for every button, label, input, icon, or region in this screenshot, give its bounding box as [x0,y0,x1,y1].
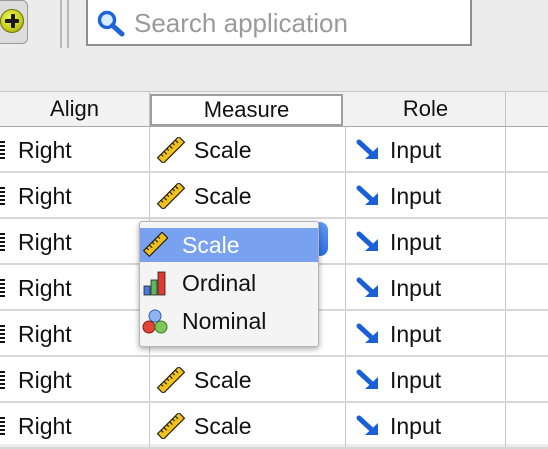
align-value: Right [18,367,72,393]
measure-cell[interactable]: Scale [150,127,346,171]
role-value: Input [390,367,442,393]
input-arrow-icon [356,277,378,297]
ruler-icon [156,183,186,209]
table-row[interactable]: Right Scale Input [0,357,548,403]
align-cell[interactable]: Right [0,265,150,309]
align-right-icon [0,233,5,251]
role-value: Input [390,275,442,301]
ruler-icon [142,232,168,258]
search-box[interactable] [86,0,472,46]
align-right-icon [0,417,5,435]
column-header-role[interactable]: Role [346,92,506,126]
measure-value: Scale [194,413,252,439]
align-value: Right [18,413,72,439]
measure-dropdown: Scale Ordinal Nominal [139,221,319,347]
dropdown-option-ordinal[interactable]: Ordinal [140,266,318,300]
column-header-align[interactable]: Align [0,92,150,126]
column-header-extra[interactable] [506,92,548,126]
align-value: Right [18,275,72,301]
add-variable-button[interactable] [0,0,28,44]
dropdown-option-label: Nominal [182,308,267,334]
align-right-icon [0,141,5,159]
dropdown-option-nominal[interactable]: Nominal [140,304,318,338]
measure-value: Scale [194,183,252,209]
dropdown-option-label: Ordinal [182,270,257,296]
measure-value: Scale [194,367,252,393]
search-input[interactable] [132,6,466,40]
extra-cell[interactable] [506,265,548,309]
measure-cell[interactable]: Scale [150,357,346,401]
align-cell[interactable]: Right [0,357,150,401]
align-cell[interactable]: Right [0,127,150,171]
align-cell[interactable]: Right [0,403,150,447]
align-value: Right [18,137,72,163]
role-cell[interactable]: Input [346,357,506,401]
add-variable-icon [0,9,24,33]
role-value: Input [390,137,442,163]
role-cell[interactable]: Input [346,265,506,309]
grid-header: Align Measure Role [0,92,548,127]
role-value: Input [390,321,442,347]
search-icon [97,10,125,37]
input-arrow-icon [356,185,378,205]
extra-cell[interactable] [506,357,548,401]
align-right-icon [0,371,5,389]
toolbar-separator [67,0,69,48]
extra-cell[interactable] [506,403,548,447]
measure-cell[interactable]: Scale [150,173,346,217]
align-cell[interactable]: Right [0,311,150,355]
bar-chart-icon [143,271,166,296]
align-cell[interactable]: Right [0,219,150,263]
measure-cell[interactable]: Scale [150,403,346,447]
align-right-icon [0,325,5,343]
dropdown-option-scale[interactable]: Scale [140,228,318,262]
input-arrow-icon [356,323,378,343]
nominal-circles-icon [142,309,168,334]
extra-cell[interactable] [506,219,548,263]
role-value: Input [390,413,442,439]
role-value: Input [390,183,442,209]
toolbar-separator [60,0,62,48]
table-row[interactable]: Right Scale Input [0,127,548,173]
toolbar [0,0,548,92]
input-arrow-icon [356,369,378,389]
extra-cell[interactable] [506,173,548,217]
align-value: Right [18,229,72,255]
ruler-icon [156,367,186,393]
ruler-icon [156,413,186,439]
extra-cell[interactable] [506,127,548,171]
align-cell[interactable]: Right [0,173,150,217]
table-row[interactable]: Right Scale Input [0,403,548,449]
table-row[interactable]: Right Scale Input [0,173,548,219]
align-right-icon [0,279,5,297]
align-value: Right [18,321,72,347]
align-value: Right [18,183,72,209]
align-right-icon [0,187,5,205]
input-arrow-icon [356,415,378,435]
measure-value: Scale [194,137,252,163]
role-value: Input [390,229,442,255]
column-header-measure[interactable]: Measure [150,94,343,126]
extra-cell[interactable] [506,311,548,355]
dropdown-option-label: Scale [182,232,240,258]
role-cell[interactable]: Input [346,127,506,171]
role-cell[interactable]: Input [346,173,506,217]
role-cell[interactable]: Input [346,311,506,355]
ruler-icon [156,137,186,163]
role-cell[interactable]: Input [346,403,506,447]
input-arrow-icon [356,139,378,159]
role-cell[interactable]: Input [346,219,506,263]
input-arrow-icon [356,231,378,251]
